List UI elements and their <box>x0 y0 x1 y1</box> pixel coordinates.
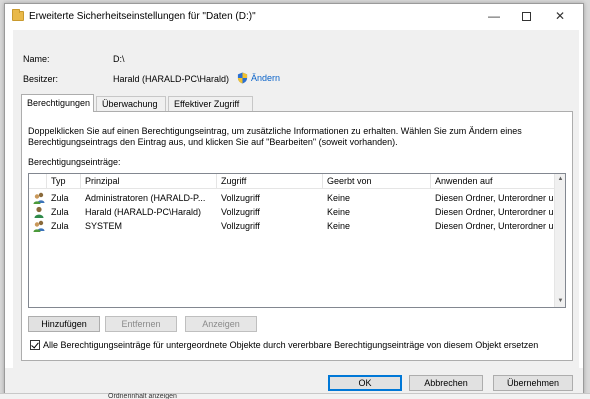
cell-access: Vollzugriff <box>221 221 260 231</box>
header-type[interactable]: Typ <box>47 174 81 189</box>
header-access[interactable]: Zugriff <box>217 174 323 189</box>
table-row[interactable]: Zulas... Administratoren (HARALD-P... Vo… <box>29 191 557 205</box>
change-owner-link[interactable]: Ändern <box>237 71 280 85</box>
owner-value: Harald (HARALD-PC\Harald) <box>113 74 230 84</box>
header-icon-column[interactable] <box>29 174 47 189</box>
dialog-button-bar: OK Abbrechen Übernehmen <box>5 368 583 396</box>
dialog-content: Name: D:\ Besitzer: Harald (HARALD-PC\Ha… <box>13 30 579 368</box>
owner-label: Besitzer: <box>23 74 59 84</box>
tab-permissions[interactable]: Berechtigungen <box>21 94 94 112</box>
group-users-icon <box>33 192 45 204</box>
scroll-up-icon[interactable]: ▲ <box>555 174 565 185</box>
add-button[interactable]: Hinzufügen <box>28 316 100 332</box>
ok-button[interactable]: OK <box>328 375 402 391</box>
cell-type: Zulas... <box>51 221 69 231</box>
uac-shield-icon <box>237 72 248 84</box>
name-value: D:\ <box>113 54 125 64</box>
cell-principal: Administratoren (HARALD-P... <box>85 193 206 203</box>
cell-applies-to: Diesen Ordner, Unterordner un... <box>435 207 557 217</box>
apply-button[interactable]: Übernehmen <box>493 375 573 391</box>
cancel-button[interactable]: Abbrechen <box>409 375 483 391</box>
vertical-scrollbar[interactable]: ▲ ▼ <box>554 174 565 307</box>
cell-access: Vollzugriff <box>221 193 260 203</box>
close-button[interactable]: ✕ <box>545 4 575 28</box>
background-text-fragment: Ordnerinhalt anzeigen <box>108 393 177 399</box>
permissions-panel: Doppelklicken Sie auf einen Berechtigung… <box>21 111 573 361</box>
window-title: Erweiterte Sicherheitseinstellungen für … <box>29 11 256 22</box>
permission-entries-label: Berechtigungseinträge: <box>28 157 121 167</box>
change-link-text: Ändern <box>251 73 281 83</box>
background-window-strip: Ordnerinhalt anzeigen <box>0 393 590 399</box>
maximize-icon <box>521 12 531 22</box>
replace-child-permissions-label: Alle Berechtigungseinträge für untergeor… <box>43 340 539 350</box>
info-text: Doppelklicken Sie auf einen Berechtigung… <box>28 126 522 147</box>
cell-type: Zulas... <box>51 193 69 203</box>
cell-applies-to: Diesen Ordner, Unterordner un... <box>435 193 557 203</box>
header-principal[interactable]: Prinzipal <box>81 174 217 189</box>
table-row[interactable]: Zulas... SYSTEM Vollzugriff Keine Diesen… <box>29 219 557 233</box>
tab-auditing[interactable]: Überwachung <box>96 96 166 111</box>
cell-access: Vollzugriff <box>221 207 260 217</box>
user-icon <box>34 206 44 218</box>
cell-inherited-from: Keine <box>327 221 351 231</box>
cell-inherited-from: Keine <box>327 193 351 203</box>
permission-entries-list[interactable]: Typ Prinzipal Zugriff Geerbt von Anwende… <box>28 173 566 308</box>
cell-principal: SYSTEM <box>85 221 123 231</box>
header-applies-to[interactable]: Anwenden auf <box>431 174 555 189</box>
folder-icon <box>12 9 24 21</box>
title-bar[interactable]: Erweiterte Sicherheitseinstellungen für … <box>5 4 583 30</box>
replace-child-permissions-checkbox[interactable] <box>30 340 40 350</box>
list-header: Typ Prinzipal Zugriff Geerbt von Anwende… <box>29 174 565 189</box>
cell-inherited-from: Keine <box>327 207 351 217</box>
remove-button[interactable]: Entfernen <box>105 316 177 332</box>
cell-type: Zulas... <box>51 207 69 217</box>
dialog-window: Erweiterte Sicherheitseinstellungen für … <box>4 3 584 396</box>
group-users-icon <box>33 220 45 232</box>
cell-principal: Harald (HARALD-PC\Harald) <box>85 207 202 217</box>
table-row[interactable]: Zulas... Harald (HARALD-PC\Harald) Vollz… <box>29 205 557 219</box>
view-button[interactable]: Anzeigen <box>185 316 257 332</box>
cell-applies-to: Diesen Ordner, Unterordner un... <box>435 221 557 231</box>
minimize-button[interactable]: — <box>479 4 509 28</box>
scroll-down-icon[interactable]: ▼ <box>555 296 565 307</box>
replace-child-permissions-option[interactable]: Alle Berechtigungseinträge für untergeor… <box>30 340 538 350</box>
name-label: Name: <box>23 54 50 64</box>
maximize-button[interactable] <box>511 4 541 28</box>
tab-effective-access[interactable]: Effektiver Zugriff <box>168 96 253 111</box>
header-inherited-from[interactable]: Geerbt von <box>323 174 431 189</box>
